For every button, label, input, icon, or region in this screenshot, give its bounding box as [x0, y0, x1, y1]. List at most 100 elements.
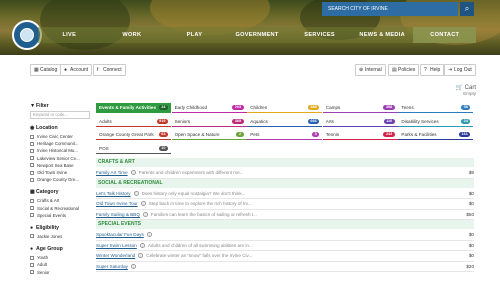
info-icon[interactable]: i	[130, 263, 136, 269]
activity-listing: CRAFTS & ART Family Art Time i Parents and …	[96, 158, 474, 272]
activity-title-link[interactable]: Super Saturday	[96, 264, 128, 269]
filter-option[interactable]: Orange County Gre...	[30, 176, 92, 183]
category-tab[interactable]: Pets 5	[247, 130, 323, 140]
connect-button[interactable]: f Connect	[93, 64, 126, 76]
activity-title-link[interactable]: Family Art Time	[96, 170, 128, 175]
count-badge: 203	[232, 105, 244, 110]
filter-option[interactable]: Jackie Jones	[30, 233, 92, 240]
category-label: Events & Family Activities	[99, 105, 157, 110]
checkbox[interactable]	[30, 148, 34, 153]
checkbox[interactable]	[30, 134, 34, 139]
cart-status: Empty	[463, 91, 476, 96]
category-tab[interactable]: POS 10	[96, 144, 171, 154]
site-search-input[interactable]: SEARCH CITY OF IRVINE	[322, 2, 458, 16]
activity-title-link[interactable]: Family Sailing & BBQ	[96, 212, 140, 217]
internal-label: Internal	[365, 67, 382, 73]
filter-option[interactable]: Adult	[30, 261, 92, 268]
category-title-label: Category	[36, 189, 59, 196]
category-tab[interactable]: Adults 919	[96, 117, 171, 127]
account-label: Account	[70, 67, 89, 73]
filter-option-label: Special Events	[37, 212, 67, 218]
category-tab[interactable]: Children 485	[247, 103, 323, 113]
checkbox[interactable]	[30, 206, 34, 211]
filter-option[interactable]: Newport Sea Base	[30, 162, 92, 169]
keyword-search-input[interactable]: Keyword or code...	[30, 111, 90, 119]
checkbox[interactable]	[30, 270, 34, 275]
category-tab[interactable]: Disability Services 24	[398, 117, 474, 127]
cart[interactable]: 🛒 Cart Empty	[446, 84, 476, 104]
checkbox[interactable]	[30, 141, 34, 146]
info-icon[interactable]: i	[142, 211, 148, 217]
category-tab[interactable]: Open Space & Nature 2	[171, 130, 247, 140]
toolbar: ▦Catalog ● Account f Connect ⊕ Internal ▤Po…	[0, 64, 500, 78]
filter-option[interactable]: Irvine Historical Mu...	[30, 147, 92, 154]
nav-item-live[interactable]: LIVE	[38, 27, 101, 43]
category-tab[interactable]: Aquatics 666	[247, 117, 323, 127]
nav-item-news-media[interactable]: NEWS & MEDIA	[351, 27, 414, 43]
info-icon[interactable]: i	[140, 201, 146, 207]
account-button[interactable]: ● Account	[60, 64, 93, 76]
checkbox[interactable]	[30, 156, 34, 161]
checkbox[interactable]	[30, 198, 34, 203]
checkbox[interactable]	[30, 213, 34, 218]
checkbox[interactable]	[30, 177, 34, 182]
activity-title-link[interactable]: Old Town Irvine Tour	[96, 201, 138, 206]
section-header: SOCIAL & RECREATIONAL	[96, 178, 474, 188]
category-label: Seniors	[174, 118, 191, 124]
filter-option[interactable]: Special Events	[30, 212, 92, 219]
info-icon[interactable]: i	[139, 242, 145, 248]
activity-price: $0	[468, 253, 474, 259]
filter-option[interactable]: Senior	[30, 268, 92, 275]
filter-title: ▼Filter	[30, 103, 92, 109]
age-group-list: Youth Adult Senior	[30, 254, 92, 276]
policies-button[interactable]: ▤Policies	[388, 64, 420, 76]
category-tab[interactable]: Tennis 243	[322, 130, 398, 140]
checkbox[interactable]	[30, 255, 34, 260]
catalog-button[interactable]: ▦Catalog	[30, 64, 62, 76]
filter-option[interactable]: Irvine Civic Center	[30, 133, 92, 140]
category-tab[interactable]: Teens 58	[398, 103, 474, 113]
nav-item-government[interactable]: GOVERNMENT	[226, 27, 289, 43]
activity-title-link[interactable]: Super Swim Lesson	[96, 243, 137, 248]
filter-option-label: Jackie Jones	[37, 233, 63, 239]
search-icon[interactable]: ⌕	[460, 2, 474, 16]
activity-title-link[interactable]: Spooktacular Fun Days	[96, 232, 144, 237]
category-tab[interactable]: Camps 398	[322, 103, 398, 113]
category-tab[interactable]: Early Childhood 203	[171, 103, 247, 113]
nav-item-services[interactable]: SERVICES	[288, 27, 351, 43]
category-label: Disability Services	[401, 118, 439, 124]
filter-option[interactable]: Social & Recreational	[30, 205, 92, 212]
filter-option[interactable]: Old Town Irvine	[30, 169, 92, 176]
category-tab[interactable]: Arts 110	[322, 117, 398, 127]
nav-item-contact[interactable]: CONTACT	[413, 27, 477, 43]
count-badge: 919	[156, 118, 168, 124]
activity-title-link[interactable]: Winter Wonderland	[96, 253, 135, 258]
category-tab[interactable]: Orange County Great Park 63	[96, 130, 171, 140]
category-tab[interactable]: Parks & Facilities 161	[398, 130, 474, 140]
filter-option[interactable]: Lakeview Senior Ce...	[30, 155, 92, 162]
help-button[interactable]: ? Help	[420, 64, 445, 76]
info-icon[interactable]: i	[138, 253, 144, 259]
activity-title-link[interactable]: Let's Talk History	[96, 191, 131, 196]
category-grid: Events & Family Activities 24 Early Childh…	[96, 103, 474, 157]
checkbox[interactable]	[30, 163, 34, 168]
internal-button[interactable]: ⊕ Internal	[355, 64, 386, 76]
filter-option[interactable]: Youth	[30, 254, 92, 261]
catalog-label: Catalog	[40, 67, 58, 73]
info-icon[interactable]: i	[133, 190, 139, 196]
checkbox[interactable]	[30, 234, 34, 239]
city-seal-icon	[20, 28, 34, 42]
info-icon[interactable]: i	[146, 232, 152, 238]
logout-button[interactable]: ⇥ Log Out	[444, 64, 476, 76]
filter-option[interactable]: Crafts & Art	[30, 197, 92, 204]
nav-item-work[interactable]: WORK	[101, 27, 164, 43]
filter-option[interactable]: Heritage Communit...	[30, 140, 92, 147]
eligibility-list: Jackie Jones	[30, 233, 92, 240]
info-icon[interactable]: i	[130, 170, 136, 176]
count-badge: 161	[459, 132, 471, 137]
category-tab[interactable]: Events & Family Activities 24	[96, 103, 171, 113]
nav-item-play[interactable]: PLAY	[163, 27, 226, 43]
checkbox[interactable]	[30, 170, 34, 175]
checkbox[interactable]	[30, 262, 34, 267]
category-tab[interactable]: Seniors 369	[171, 117, 247, 127]
